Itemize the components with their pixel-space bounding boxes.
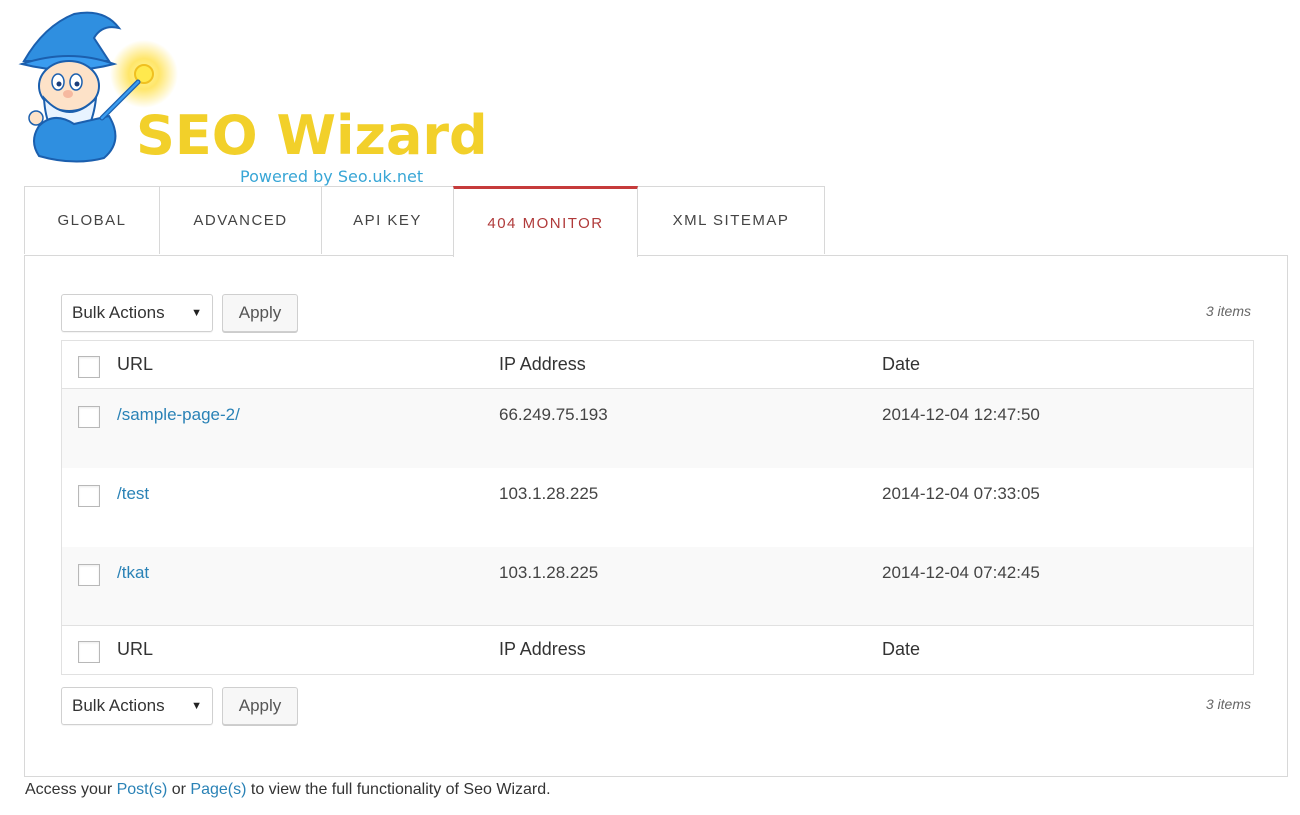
tab-404-monitor[interactable]: 404 MONITOR bbox=[453, 186, 638, 257]
404-monitor-panel: Bulk Actions ▼ Apply 3 items URL IP Addr… bbox=[24, 255, 1288, 777]
seo-wizard-logo: SEO Wizard Powered by Seo.uk.net bbox=[14, 6, 488, 186]
bulk-actions-select[interactable]: Bulk Actions ▼ bbox=[61, 294, 213, 332]
tab-xml-sitemap[interactable]: XML SITEMAP bbox=[637, 186, 825, 254]
row-ip: 103.1.28.225 bbox=[499, 563, 599, 582]
tab-global[interactable]: GLOBAL bbox=[24, 186, 160, 254]
column-footer-url[interactable]: URL bbox=[117, 639, 153, 660]
tab-advanced[interactable]: ADVANCED bbox=[159, 186, 322, 254]
tablenav-bottom: Bulk Actions ▼ Apply bbox=[61, 686, 298, 726]
apply-button[interactable]: Apply bbox=[222, 294, 298, 332]
row-date: 2014-12-04 07:33:05 bbox=[882, 484, 1040, 503]
row-checkbox[interactable] bbox=[78, 564, 100, 586]
item-count-bottom: 3 items bbox=[1205, 696, 1251, 712]
footer-note: Access your Post(s) or Page(s) to view t… bbox=[25, 781, 551, 799]
logo-subtitle: Powered by Seo.uk.net bbox=[240, 167, 424, 186]
404-log-table: URL IP Address Date /sample-page-2/ 66.2… bbox=[61, 340, 1254, 675]
row-url-link[interactable]: /tkat bbox=[117, 563, 149, 583]
footer-prefix: Access your bbox=[25, 781, 117, 798]
row-url-link[interactable]: /test bbox=[117, 484, 149, 504]
bulk-actions-select-bottom[interactable]: Bulk Actions ▼ bbox=[61, 687, 213, 725]
table-footer: URL IP Address Date bbox=[62, 625, 1253, 674]
column-header-url[interactable]: URL bbox=[117, 354, 153, 375]
posts-link[interactable]: Post(s) bbox=[117, 781, 168, 798]
apply-button-bottom[interactable]: Apply bbox=[222, 687, 298, 725]
row-ip: 103.1.28.225 bbox=[499, 484, 599, 503]
table-row: /sample-page-2/ 66.249.75.193 2014-12-04… bbox=[62, 389, 1253, 468]
logo-title: SEO Wizard bbox=[136, 104, 488, 167]
row-date: 2014-12-04 12:47:50 bbox=[882, 405, 1040, 424]
item-count: 3 items bbox=[1205, 303, 1251, 319]
row-checkbox[interactable] bbox=[78, 485, 100, 507]
column-footer-date: Date bbox=[882, 639, 921, 659]
bulk-actions-label: Bulk Actions bbox=[72, 696, 165, 715]
bulk-actions-label: Bulk Actions bbox=[72, 303, 165, 322]
table-row: /tkat 103.1.28.225 2014-12-04 07:42:45 bbox=[62, 547, 1253, 626]
column-footer-ip: IP Address bbox=[499, 639, 586, 659]
column-header-date: Date bbox=[882, 354, 921, 374]
footer-suffix: to view the full functionality of Seo Wi… bbox=[246, 781, 551, 798]
caret-down-icon: ▼ bbox=[191, 307, 202, 319]
caret-down-icon: ▼ bbox=[191, 700, 202, 712]
tab-api-key[interactable]: API KEY bbox=[321, 186, 454, 254]
table-header: URL IP Address Date bbox=[62, 341, 1253, 389]
select-all-checkbox-footer[interactable] bbox=[78, 641, 100, 663]
row-ip: 66.249.75.193 bbox=[499, 405, 608, 424]
table-row: /test 103.1.28.225 2014-12-04 07:33:05 bbox=[62, 468, 1253, 547]
select-all-checkbox[interactable] bbox=[78, 356, 100, 378]
row-date: 2014-12-04 07:42:45 bbox=[882, 563, 1040, 582]
row-url-link[interactable]: /sample-page-2/ bbox=[117, 405, 240, 425]
footer-middle: or bbox=[167, 781, 191, 798]
settings-tabs: GLOBAL ADVANCED API KEY 404 MONITOR XML … bbox=[24, 186, 825, 257]
column-header-ip: IP Address bbox=[499, 354, 586, 374]
tablenav-top: Bulk Actions ▼ Apply bbox=[61, 293, 298, 333]
pages-link[interactable]: Page(s) bbox=[190, 781, 246, 798]
row-checkbox[interactable] bbox=[78, 406, 100, 428]
